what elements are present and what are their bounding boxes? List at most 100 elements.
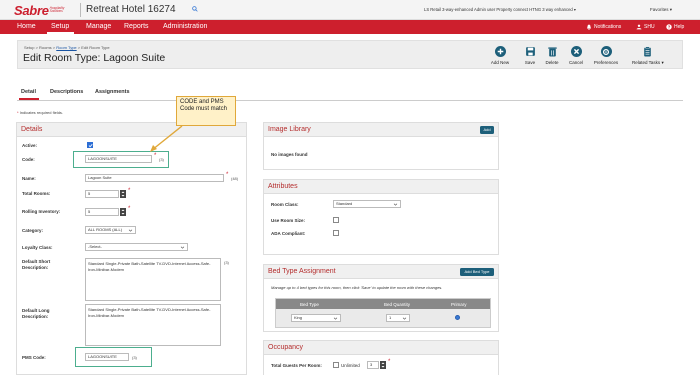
use-room-size-checkbox[interactable] (333, 217, 339, 223)
room-class-select[interactable]: Standard (333, 200, 401, 208)
brand-bar: Sabre Hospitality Solutions Retreat Hote… (0, 0, 700, 20)
loyalty-class-select[interactable]: -Select- (85, 243, 188, 251)
favorites-menu[interactable]: Favorites ▾ (650, 7, 672, 13)
category-select[interactable]: ALL ROOMS (ALL) (85, 226, 136, 234)
bed-type-table-header: Bed Type Bed Quantity Primary (276, 299, 490, 309)
name-label: Name: (22, 176, 36, 181)
unlimited-checkbox[interactable] (333, 362, 339, 368)
logo-divider (80, 3, 81, 17)
rolling-inventory-input[interactable]: 5 (85, 208, 119, 216)
breadcrumb: Setup > Rooms > Room Type > Edit Room Ty… (24, 45, 110, 50)
col-bed-quantity: Bed Quantity (384, 301, 411, 307)
total-guests-input[interactable]: 3 (367, 361, 379, 369)
code-label: Code: (22, 157, 35, 162)
chevron-down-icon (128, 229, 133, 232)
clipboard-icon (642, 46, 653, 57)
breadcrumb-room-type-link[interactable]: Room Type (56, 45, 76, 50)
nav-home[interactable]: Home (17, 23, 36, 30)
required-marker: * (226, 172, 229, 178)
code-input[interactable]: LAGOONSUITE (85, 155, 152, 163)
category-label: Category: (22, 228, 44, 233)
gear-icon (600, 46, 612, 57)
image-library-panel: Image Library Add No images found (263, 122, 499, 170)
total-rooms-label: Total Rooms: (22, 191, 51, 196)
user-property-info[interactable]: LS Retail 3-way-enhanced Admin user Prop… (424, 7, 576, 12)
short-description-label: Default Short Description: (22, 259, 51, 270)
callout-arrow (150, 125, 183, 152)
bed-quantity-select[interactable]: 1 (386, 314, 410, 322)
long-description-textarea[interactable]: Standard Single-Private Bath-Satellite T… (85, 304, 221, 346)
active-checkbox[interactable] (87, 142, 93, 148)
name-char-count: (48) (231, 176, 239, 181)
user-icon (636, 24, 642, 30)
rolling-inventory-label: Rolling Inventory: (22, 209, 61, 214)
chevron-down-icon: ▾ (573, 7, 577, 12)
required-fields-note: * Indicates required fields. (17, 110, 64, 115)
main-nav: Home Setup Manage Reports Administration… (0, 20, 700, 34)
room-class-label: Room Class: (271, 202, 299, 207)
tab-bar: Detail Descriptions Assignments (17, 87, 683, 101)
bed-type-select[interactable]: King (291, 314, 341, 322)
pms-code-input[interactable]: LAGOONSUITE (85, 353, 129, 361)
pms-code-label: PMS Code: (22, 355, 46, 360)
help-icon: ? (666, 24, 672, 30)
callout-note: CODE and PMS Code must match (176, 96, 236, 126)
occupancy-title: Occupancy (264, 341, 498, 355)
add-bed-type-button[interactable]: Add Bed Type (460, 268, 494, 276)
ada-compliant-checkbox[interactable] (333, 230, 339, 236)
nav-active-indicator (47, 32, 74, 34)
hotel-name[interactable]: Retreat Hotel 16274 (86, 4, 176, 15)
use-room-size-label: Use Room Size: (271, 218, 306, 223)
required-marker: * (128, 206, 131, 212)
short-description-char-count: (3) (224, 260, 229, 265)
primary-radio[interactable] (455, 315, 460, 320)
search-icon[interactable] (192, 6, 198, 12)
plus-icon (494, 46, 506, 57)
chevron-down-icon (333, 317, 338, 320)
unlimited-label: Unlimited (341, 363, 360, 368)
tab-active-indicator (19, 98, 39, 100)
cancel-button[interactable]: Cancel (561, 46, 591, 65)
col-primary: Primary (451, 301, 467, 307)
chevron-down-icon: ▾ (669, 7, 673, 12)
short-description-textarea[interactable]: Standard Single-Private Bath-Satellite T… (85, 258, 221, 301)
occupancy-panel: Occupancy Total Guests Per Room: Unlimit… (263, 340, 499, 375)
tab-detail[interactable]: Detail (21, 89, 36, 95)
chevron-down-icon (402, 317, 407, 320)
required-marker: * (388, 359, 391, 365)
table-row: King 1 (276, 309, 490, 327)
preferences-button[interactable]: Preferences (591, 46, 621, 65)
active-label: Active: (22, 143, 38, 148)
attributes-title: Attributes (264, 180, 498, 194)
total-guests-stepper[interactable] (380, 361, 386, 369)
ada-compliant-label: ADA Compliant: (271, 231, 306, 236)
trash-icon (547, 46, 558, 57)
logo-text: Sabre (14, 2, 49, 18)
code-char-count: (3) (159, 157, 164, 162)
total-rooms-input[interactable]: 5 (85, 190, 119, 198)
help-button[interactable]: ? Help (666, 24, 684, 30)
long-description-label: Default Long Description: (22, 308, 50, 319)
add-image-button[interactable]: Add (480, 126, 494, 134)
nav-setup[interactable]: Setup (51, 23, 69, 30)
chevron-down-icon (393, 203, 398, 206)
add-new-button[interactable]: Add New (485, 46, 515, 65)
nav-reports[interactable]: Reports (124, 23, 149, 30)
nav-administration[interactable]: Administration (163, 23, 207, 30)
nav-manage[interactable]: Manage (86, 23, 111, 30)
bed-type-table: Bed Type Bed Quantity Primary King 1 (275, 298, 491, 328)
user-menu[interactable]: SHU (636, 24, 655, 30)
attributes-panel: Attributes Room Class: Standard Use Room… (263, 179, 499, 255)
pms-code-char-count: (3) (132, 355, 137, 360)
related-tasks-button[interactable]: Related Tasks ▾ (632, 46, 664, 66)
name-input[interactable]: Lagoon Suite (85, 174, 224, 182)
tab-descriptions[interactable]: Descriptions (50, 89, 83, 95)
notifications-button[interactable]: Notifications (586, 24, 621, 30)
x-icon (570, 46, 582, 57)
sabre-logo[interactable]: Sabre Hospitality Solutions (14, 2, 68, 18)
rolling-inventory-stepper[interactable] (120, 208, 126, 216)
tab-assignments[interactable]: Assignments (95, 89, 130, 95)
details-panel: Details Active: Code: LAGOONSUITE * (3) … (16, 122, 247, 375)
floppy-icon (525, 46, 536, 57)
total-rooms-stepper[interactable] (120, 190, 126, 198)
